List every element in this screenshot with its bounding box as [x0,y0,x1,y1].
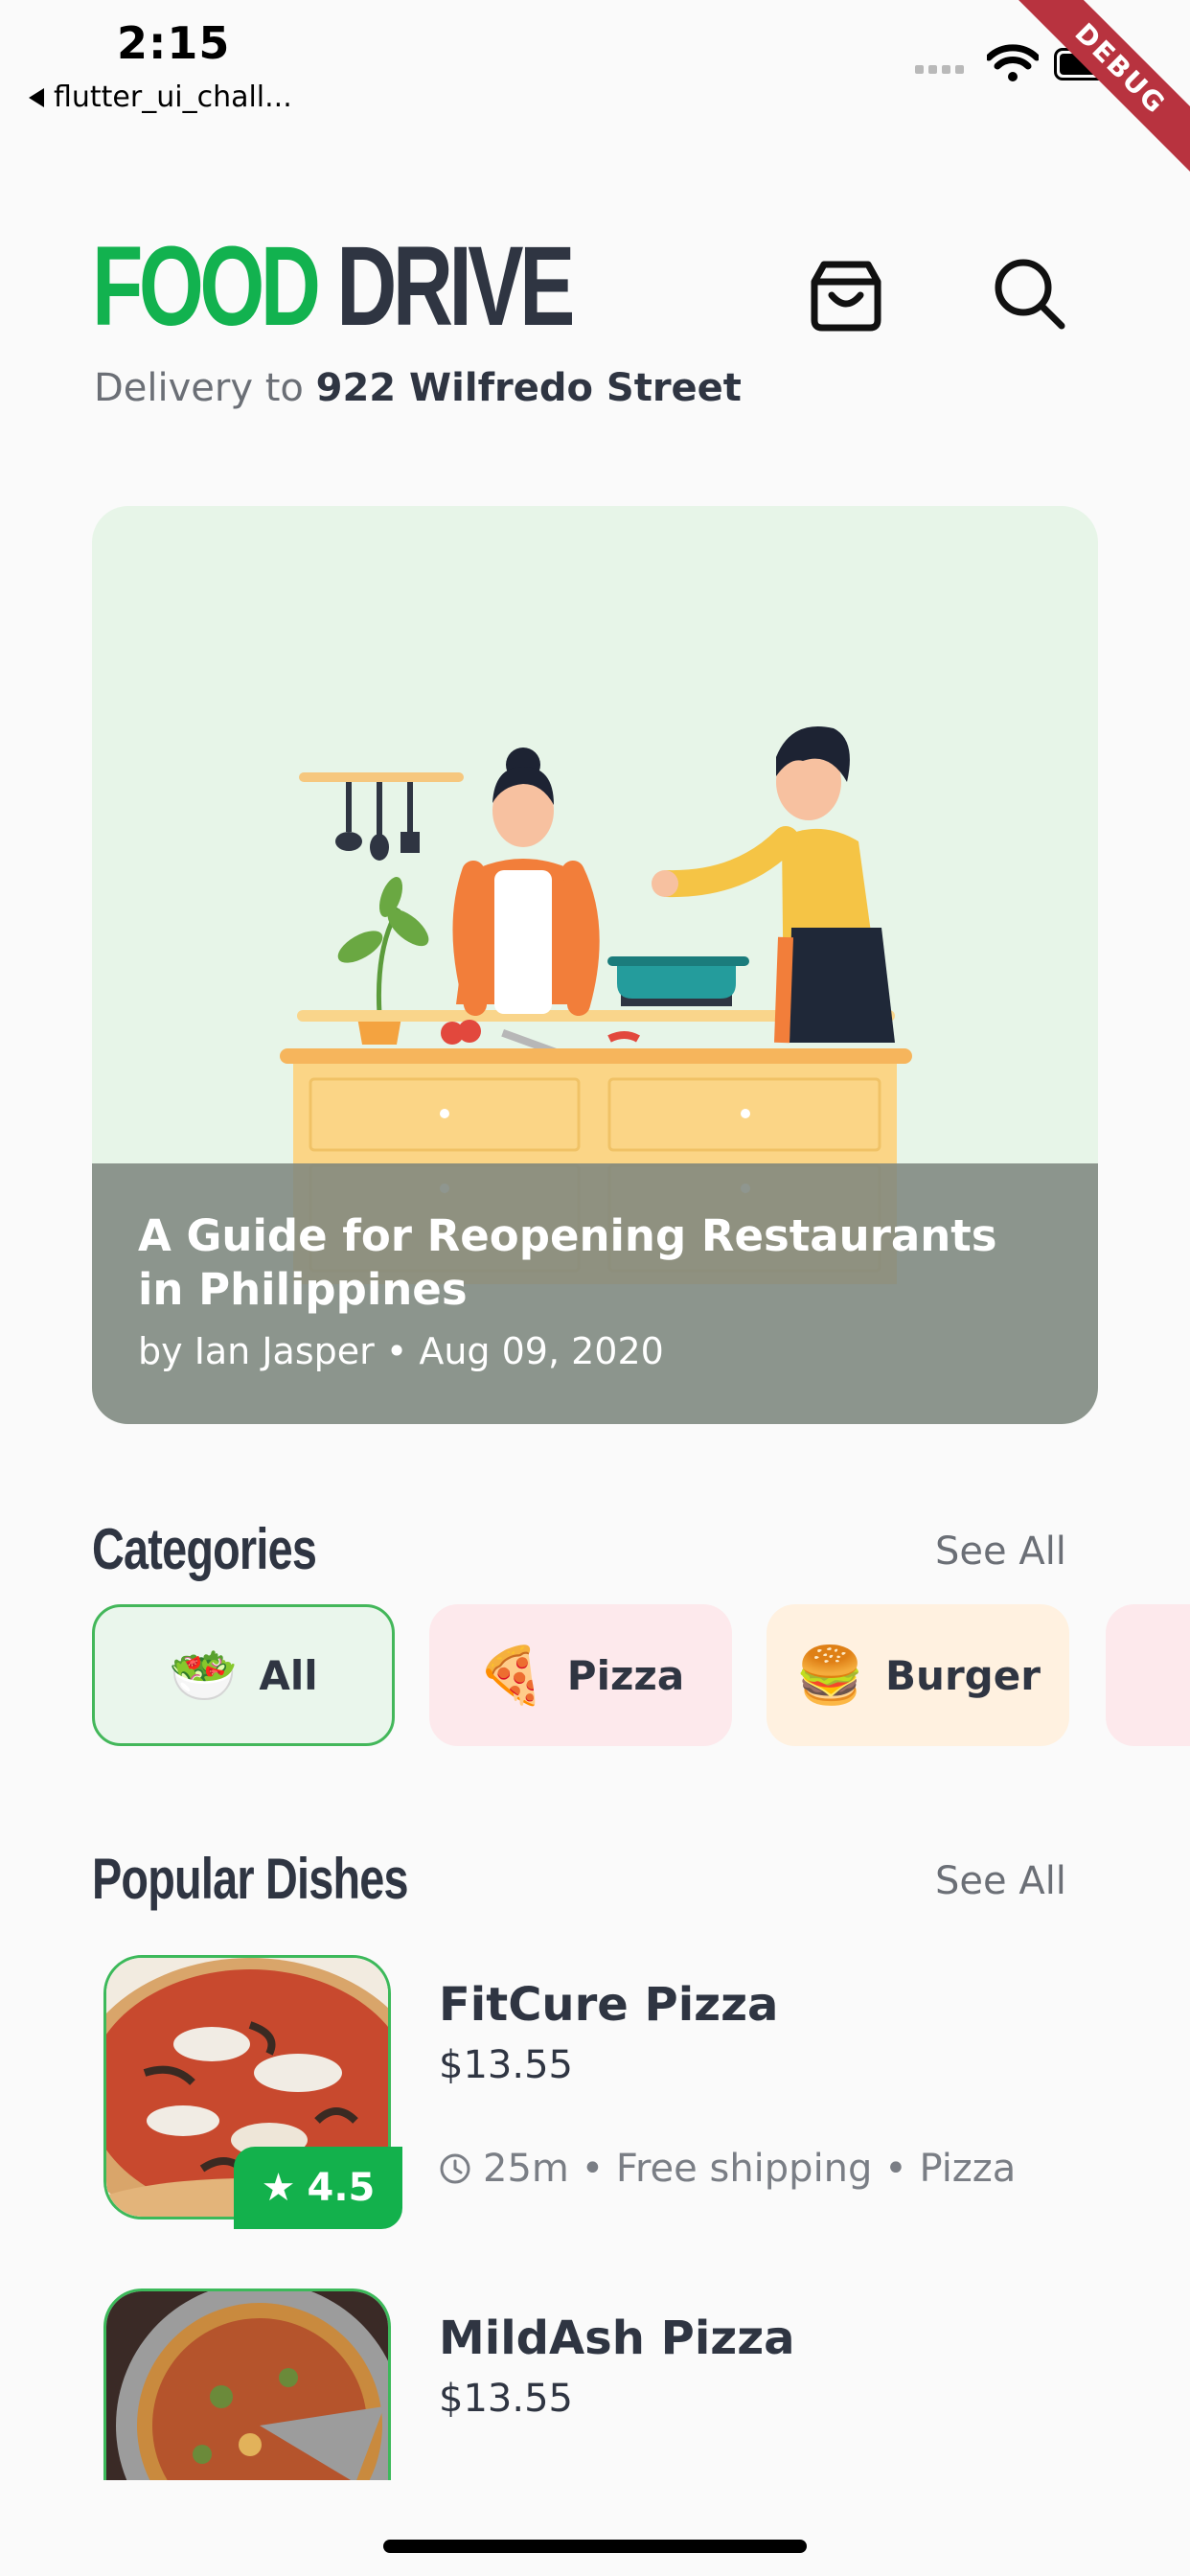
category-label: Pizza [566,1651,685,1699]
status-time: 2:15 [117,17,231,69]
category-label: All [259,1651,318,1699]
brand-word-food: FOOD [92,223,321,350]
dish-meta-text: 25m • Free shipping • Pizza [483,2147,1017,2191]
back-to-app-link[interactable]: flutter_ui_chall... [29,80,292,114]
dish-meta: 25m • Free shipping • Pizza [439,2147,1016,2191]
dish-price: $13.55 [439,2043,573,2087]
back-arrow-icon [29,87,44,107]
category-chip-all[interactable]: 🥗 All [92,1604,395,1746]
rating-badge: ★ 4.5 [234,2147,402,2229]
debug-label: DEBUG [1012,0,1190,177]
delivery-prefix: Delivery to [94,366,304,410]
dish-name[interactable]: FitCure Pizza [439,1978,778,2032]
delivery-street: 922 Wilfredo Street [315,366,742,410]
delivery-address[interactable]: Delivery to 922 Wilfredo Street [94,366,742,410]
popular-see-all-link[interactable]: See All [935,1859,1066,1903]
dish-name[interactable]: MildAsh Pizza [439,2312,795,2365]
back-app-label: flutter_ui_chall... [54,80,292,114]
shopping-bag-icon[interactable] [805,251,887,334]
popular-dishes-title: Popular Dishes [92,1847,409,1911]
category-chip-partial[interactable] [1106,1604,1190,1746]
brand-word-drive: DRIVE [336,223,575,350]
dish-price: $13.55 [439,2377,573,2421]
featured-article-card[interactable]: A Guide for Reopening Restaurants in Phi… [92,506,1098,1424]
bottom-safe-area [0,2480,1190,2576]
burger-icon: 🍔 [794,1642,865,1708]
categories-see-all-link[interactable]: See All [935,1530,1066,1574]
categories-title: Categories [92,1517,317,1581]
rating-value: 4.5 [307,2166,376,2210]
debug-banner: DEBUG [998,0,1190,192]
cellular-signal-icon [915,65,964,74]
clock-icon [440,2153,470,2184]
article-title: A Guide for Reopening Restaurants in Phi… [138,1210,997,1315]
article-meta: by Ian Jasper • Aug 09, 2020 [138,1330,664,1372]
dish-image-mildash-pizza[interactable] [103,2288,391,2480]
article-caption: A Guide for Reopening Restaurants in Phi… [92,1163,1098,1424]
star-icon: ★ [261,2166,296,2210]
app-logo: FOOD DRIVE [92,223,575,350]
category-chip-burger[interactable]: 🍔 Burger [767,1604,1069,1746]
salad-icon: 🥗 [169,1642,239,1708]
pizza-icon: 🍕 [476,1642,546,1708]
search-icon[interactable] [991,255,1067,332]
category-label: Burger [885,1651,1041,1699]
pizza-photo [106,2291,388,2480]
home-indicator[interactable] [383,2540,807,2553]
category-chip-pizza[interactable]: 🍕 Pizza [429,1604,732,1746]
